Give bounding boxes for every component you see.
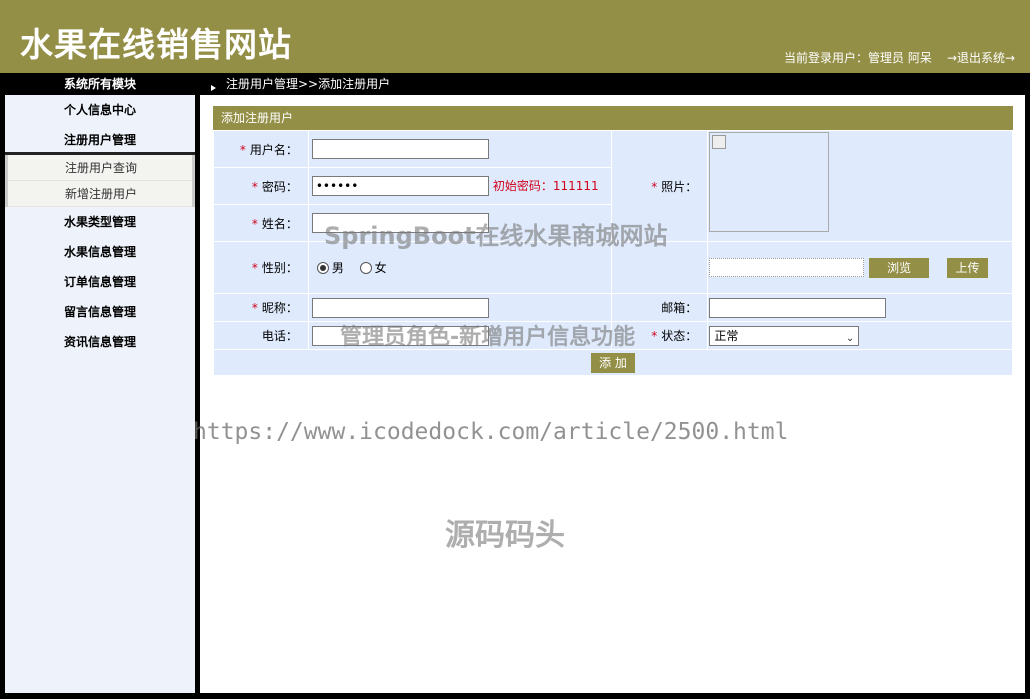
broken-image-icon bbox=[712, 135, 727, 149]
required-mark: * bbox=[251, 179, 258, 194]
gender-label: 性别： bbox=[261, 261, 298, 275]
required-mark: * bbox=[251, 301, 258, 315]
gender-male-radio[interactable] bbox=[316, 262, 329, 274]
browse-button[interactable]: 浏览 bbox=[869, 257, 930, 278]
phone-label-cell: 电话： bbox=[213, 321, 309, 350]
name-label-cell: * 姓名： bbox=[213, 204, 309, 242]
logout-link[interactable]: →退出系统→ bbox=[947, 49, 1015, 66]
password-label-cell: * 密码： bbox=[213, 167, 309, 205]
phone-input[interactable] bbox=[311, 325, 489, 346]
email-label-cell: 邮箱： bbox=[611, 293, 709, 322]
required-mark: * bbox=[251, 216, 258, 231]
gender-male-label: 男 bbox=[331, 261, 344, 275]
add-user-form: *用户名： *照片： *密码： 初始密码：111111 *姓名： *性别： 男 … bbox=[213, 130, 1013, 376]
breadcrumb: 注册用户管理>>添加注册用户 bbox=[211, 73, 390, 95]
current-user-info: 当前登录用户：管理员 阿呆 bbox=[784, 51, 932, 65]
photo-preview bbox=[709, 132, 830, 232]
photo-label: 照片： bbox=[661, 179, 698, 194]
status-label: 状态： bbox=[661, 329, 698, 343]
username-input[interactable] bbox=[311, 139, 489, 159]
email-input[interactable] bbox=[709, 297, 887, 318]
name-input[interactable] bbox=[311, 213, 489, 233]
menu-user-management[interactable]: 注册用户管理 bbox=[5, 125, 195, 155]
gender-label-cell: * 性别： bbox=[213, 241, 309, 294]
menu-order-info[interactable]: 订单信息管理 bbox=[5, 267, 195, 297]
gender-female-radio[interactable] bbox=[359, 262, 372, 274]
password-label: 密码： bbox=[261, 179, 298, 194]
username-label-cell: * 用户名： bbox=[213, 130, 309, 168]
status-selected-value: 正常 bbox=[714, 328, 739, 343]
phone-label: 电话： bbox=[261, 329, 298, 343]
main-content: 添加注册用户 *用户名： *照片： *密码： 初始密码：111111 *姓名： … bbox=[200, 95, 1025, 693]
nickname-label-cell: * 昵称： bbox=[213, 293, 309, 322]
required-mark: * bbox=[239, 142, 246, 157]
username-label: 用户名： bbox=[249, 142, 298, 157]
user-management-submenu: 注册用户查询 新增注册用户 bbox=[5, 155, 195, 207]
nickname-input[interactable] bbox=[311, 297, 489, 318]
upload-button[interactable]: 上传 bbox=[946, 257, 988, 278]
required-mark: * bbox=[651, 329, 658, 343]
submenu-user-query[interactable]: 注册用户查询 bbox=[8, 155, 192, 181]
sidebar: 个人信息中心 注册用户管理 注册用户查询 新增注册用户 水果类型管理 水果信息管… bbox=[5, 95, 195, 693]
site-title: 水果在线销售网站 bbox=[20, 25, 292, 64]
menu-message-info[interactable]: 留言信息管理 bbox=[5, 297, 195, 327]
status-select[interactable]: 正常 ⌄ bbox=[709, 325, 860, 346]
panel-title: 添加注册用户 bbox=[213, 106, 1013, 130]
status-label-cell: * 状态： bbox=[611, 321, 709, 350]
name-label: 姓名： bbox=[261, 216, 298, 231]
required-mark: * bbox=[651, 179, 658, 194]
nickname-label: 昵称： bbox=[261, 301, 298, 315]
header: 水果在线销售网站 当前登录用户：管理员 阿呆 →退出系统→ bbox=[0, 0, 1030, 73]
photo-file-field[interactable] bbox=[709, 258, 865, 277]
title-bar: 系统所有模块 注册用户管理>>添加注册用户 bbox=[0, 73, 1030, 95]
modules-title: 系统所有模块 bbox=[63, 77, 136, 91]
chevron-down-icon: ⌄ bbox=[845, 332, 855, 344]
submenu-add-user[interactable]: 新增注册用户 bbox=[8, 181, 192, 207]
required-mark: * bbox=[251, 261, 258, 275]
email-label: 邮箱： bbox=[661, 301, 698, 315]
menu-personal-center[interactable]: 个人信息中心 bbox=[5, 95, 195, 125]
submit-add-button[interactable]: 添 加 bbox=[591, 352, 635, 373]
password-input[interactable] bbox=[311, 176, 489, 196]
photo-label-cell: * 照片： bbox=[611, 130, 709, 242]
menu-fruit-type[interactable]: 水果类型管理 bbox=[5, 207, 195, 237]
gender-female-label: 女 bbox=[374, 261, 387, 275]
menu-news-info[interactable]: 资讯信息管理 bbox=[5, 327, 195, 357]
password-hint: 初始密码：111111 bbox=[492, 179, 599, 193]
menu-fruit-info[interactable]: 水果信息管理 bbox=[5, 237, 195, 267]
breadcrumb-text: 注册用户管理>>添加注册用户 bbox=[226, 77, 391, 91]
breadcrumb-arrow-icon bbox=[211, 85, 216, 91]
